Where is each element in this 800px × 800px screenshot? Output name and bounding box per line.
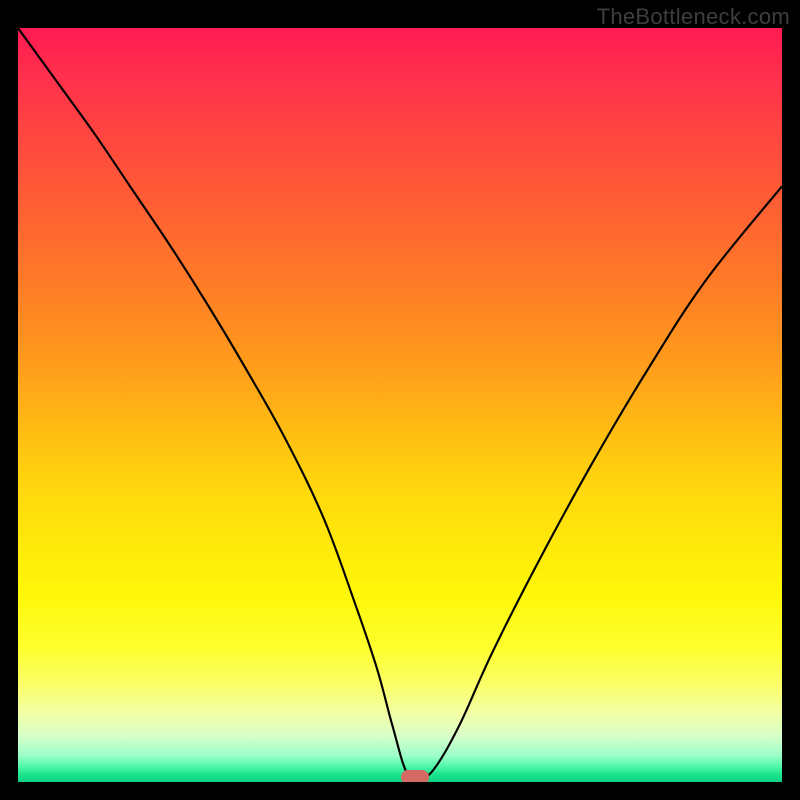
curve-svg: [18, 28, 782, 782]
bottleneck-curve: [18, 28, 782, 781]
watermark-text: TheBottleneck.com: [597, 4, 790, 30]
chart-frame: TheBottleneck.com: [0, 0, 800, 800]
plot-area: [18, 28, 782, 782]
optimal-point-marker: [401, 770, 429, 782]
